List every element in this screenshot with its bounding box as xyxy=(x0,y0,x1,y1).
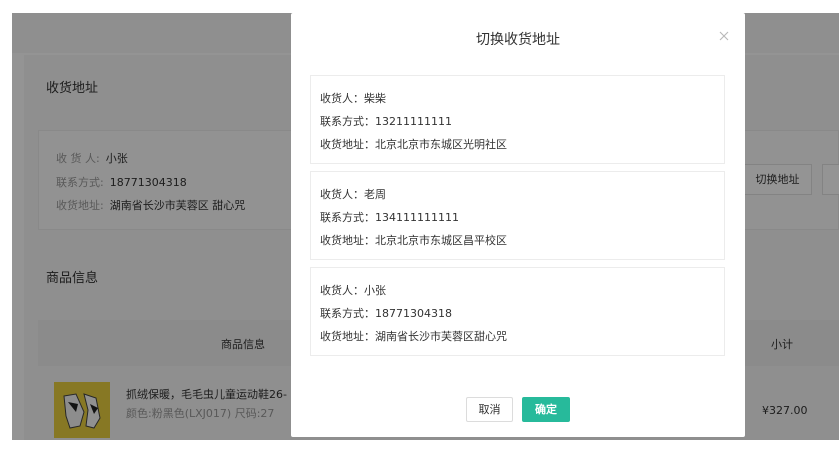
switch-address-dialog: 切换收货地址 收货人：柴柴 联系方式：13211111111 收货地址：北京北京… xyxy=(291,13,745,437)
address-option[interactable]: 收货人：小张 联系方式：18771304318 收货地址：湖南省长沙市芙蓉区甜心… xyxy=(310,267,725,356)
viewport-margin-top xyxy=(0,0,839,13)
address-option-receiver: 收货人：老周 xyxy=(320,188,386,201)
address-option[interactable]: 收货人：柴柴 联系方式：13211111111 收货地址：北京北京市东城区光明社… xyxy=(310,75,725,164)
address-option-contact: 联系方式：18771304318 xyxy=(320,307,452,320)
address-option-contact: 联系方式：134111111111 xyxy=(320,211,459,224)
address-option[interactable]: 收货人：老周 联系方式：134111111111 收货地址：北京北京市东城区昌平… xyxy=(310,171,725,260)
address-option-receiver: 收货人：柴柴 xyxy=(320,92,386,105)
address-option-receiver: 收货人：小张 xyxy=(320,284,386,297)
viewport-margin-left xyxy=(0,0,12,449)
viewport-margin-bottom xyxy=(0,440,839,449)
address-option-contact: 联系方式：13211111111 xyxy=(320,115,452,128)
cancel-button[interactable]: 取消 xyxy=(466,397,513,422)
close-icon[interactable] xyxy=(717,29,731,43)
address-option-address: 收货地址：湖南省长沙市芙蓉区甜心咒 xyxy=(320,330,507,343)
confirm-button[interactable]: 确定 xyxy=(522,397,570,422)
address-option-address: 收货地址：北京北京市东城区光明社区 xyxy=(320,138,507,151)
address-option-address: 收货地址：北京北京市东城区昌平校区 xyxy=(320,234,507,247)
dialog-title: 切换收货地址 xyxy=(476,32,560,48)
